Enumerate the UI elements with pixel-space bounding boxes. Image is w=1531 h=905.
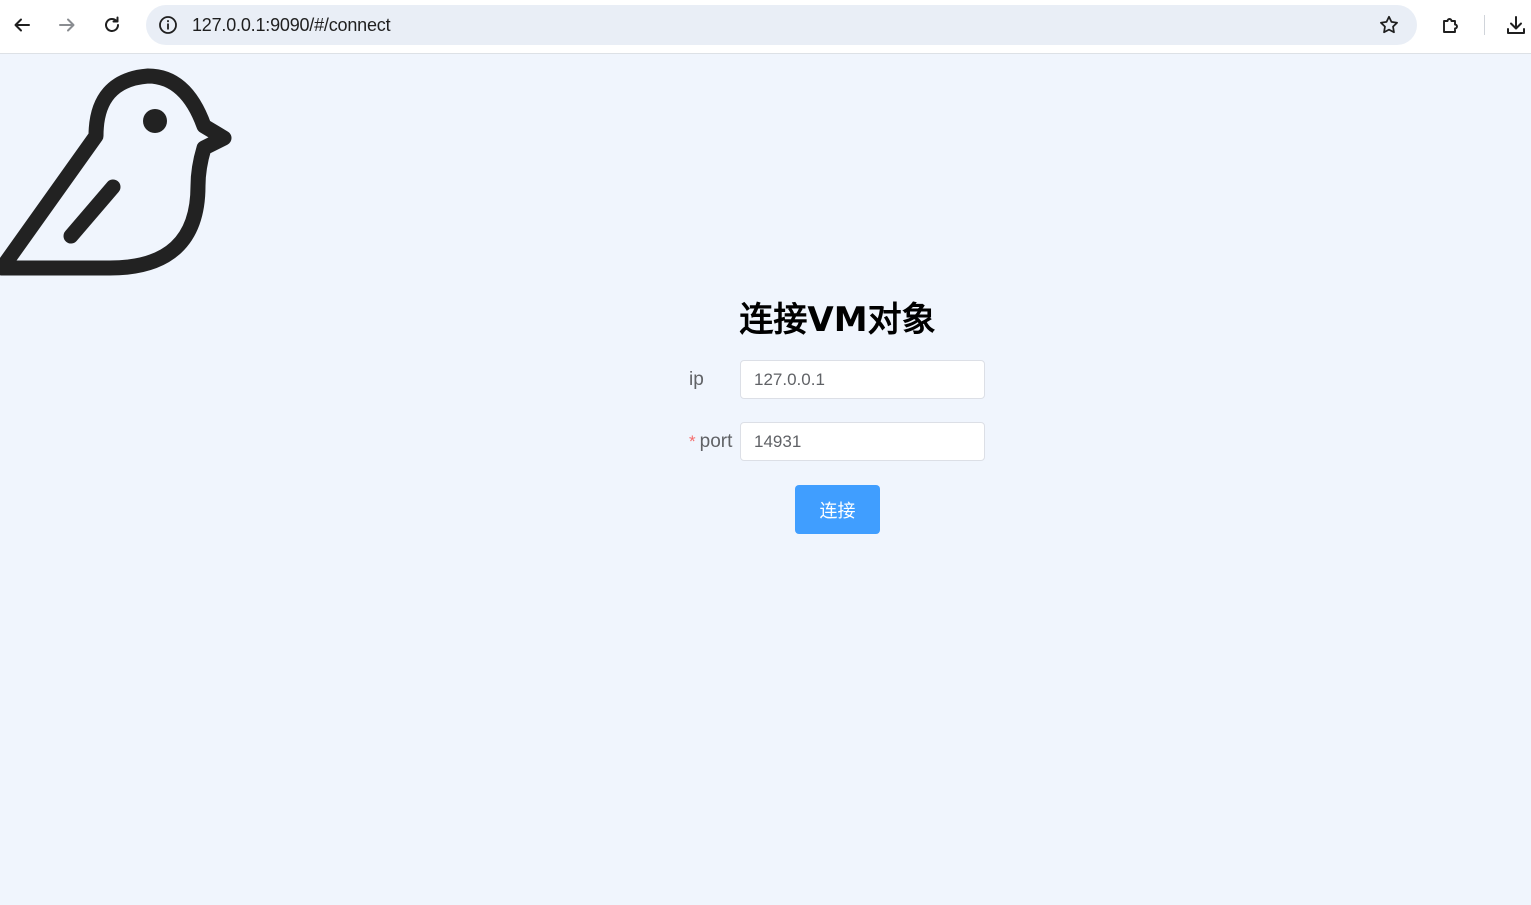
ip-label: ip [689,360,704,400]
downloads-button[interactable] [1502,9,1530,41]
download-icon [1507,16,1525,34]
page-title: 连接VM对象 [739,300,936,340]
info-icon [159,16,177,34]
reload-button[interactable] [98,9,126,41]
back-button[interactable] [8,9,36,41]
star-icon [1380,15,1398,34]
toolbar-divider [1484,15,1485,35]
extensions-button[interactable] [1437,9,1465,41]
ip-label-text: ip [689,369,704,390]
port-label-text: port [699,431,733,452]
connect-button[interactable]: 连接 [795,485,880,534]
site-info-button[interactable] [154,11,182,39]
address-bar[interactable]: 127.0.0.1:9090/#/connect [146,5,1417,45]
bird-icon [0,68,232,276]
arrow-left-icon [14,18,30,32]
reload-icon [105,16,119,32]
forward-button[interactable] [53,9,81,41]
browser-toolbar: 127.0.0.1:9090/#/connect [0,0,1531,54]
url-text[interactable]: 127.0.0.1:9090/#/connect [192,5,391,45]
ip-input[interactable] [740,360,985,399]
bookmark-button[interactable] [1377,13,1401,37]
arrow-right-icon [59,18,75,32]
port-input[interactable] [740,422,985,461]
port-label: * port [689,422,732,462]
required-mark: * [689,432,696,451]
puzzle-icon [1443,18,1458,33]
